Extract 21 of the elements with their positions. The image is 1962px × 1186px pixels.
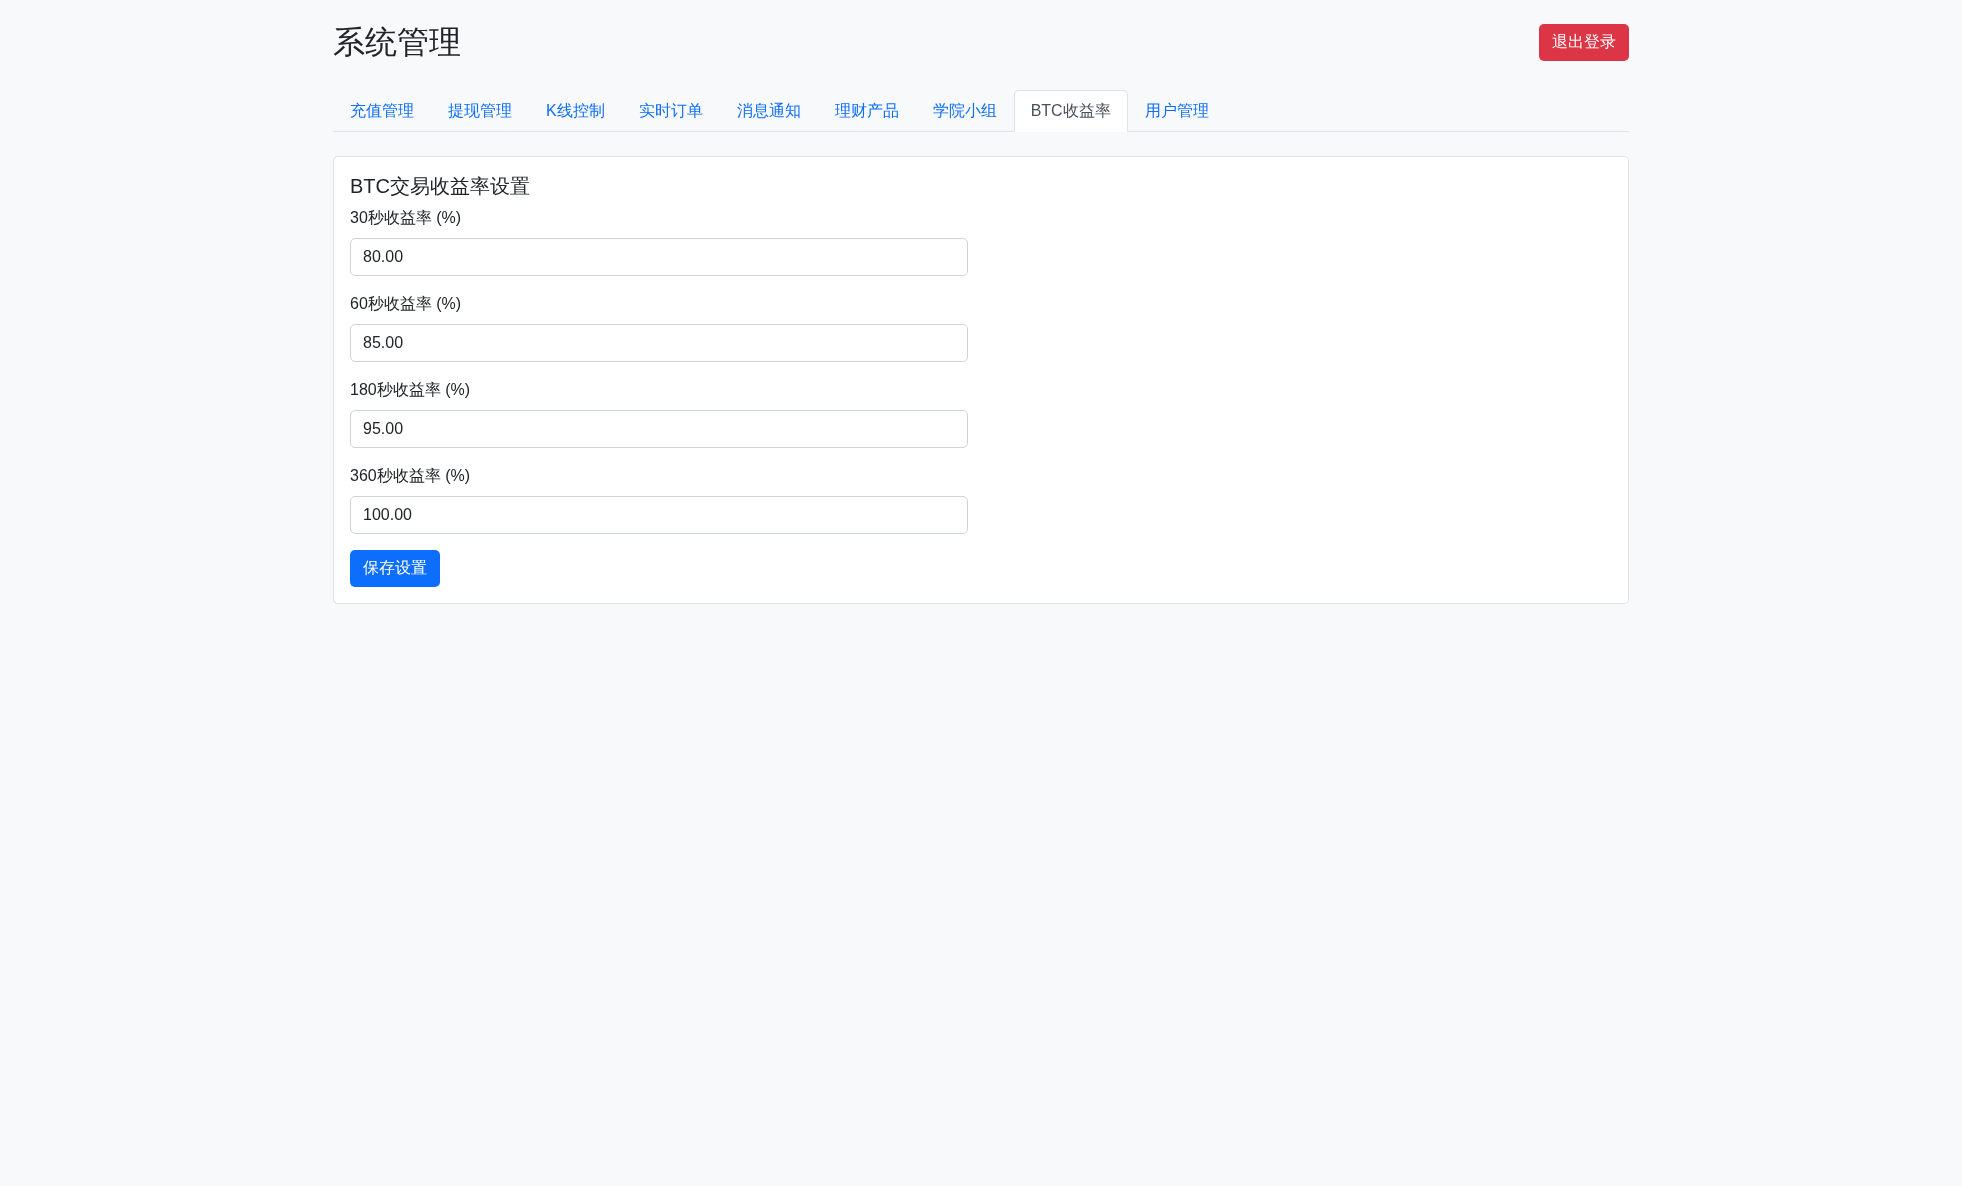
tab[interactable]: K线控制 bbox=[529, 90, 622, 132]
tab[interactable]: BTC收益率 bbox=[1013, 90, 1128, 132]
logout-button[interactable]: 退出登录 bbox=[1539, 23, 1629, 61]
tab[interactable]: 提现管理 bbox=[431, 90, 529, 132]
tab[interactable]: 理财产品 bbox=[817, 90, 916, 132]
tab[interactable]: 消息通知 bbox=[719, 90, 818, 132]
input-field[interactable]: 95.00 bbox=[350, 410, 968, 448]
field-label: 360秒收益率 (%) bbox=[350, 466, 472, 486]
input-field[interactable]: 80.00 bbox=[350, 238, 968, 276]
input-field[interactable]: 100.00 bbox=[350, 496, 968, 534]
tab[interactable]: 充值管理 bbox=[333, 90, 431, 132]
save-button[interactable]: 保存设置 bbox=[350, 550, 440, 587]
card-title: BTC交易收益率设置 bbox=[350, 174, 531, 199]
tab[interactable]: 用户管理 bbox=[1127, 90, 1226, 132]
input-field[interactable]: 85.00 bbox=[350, 324, 968, 362]
field-label: 60秒收益率 (%) bbox=[350, 294, 463, 314]
field-label: 30秒收益率 (%) bbox=[350, 208, 463, 228]
tab[interactable]: 学院小组 bbox=[915, 90, 1014, 132]
tab[interactable]: 实时订单 bbox=[621, 90, 720, 132]
field-label: 180秒收益率 (%) bbox=[350, 380, 472, 400]
page-title: 系统管理 bbox=[333, 22, 461, 62]
